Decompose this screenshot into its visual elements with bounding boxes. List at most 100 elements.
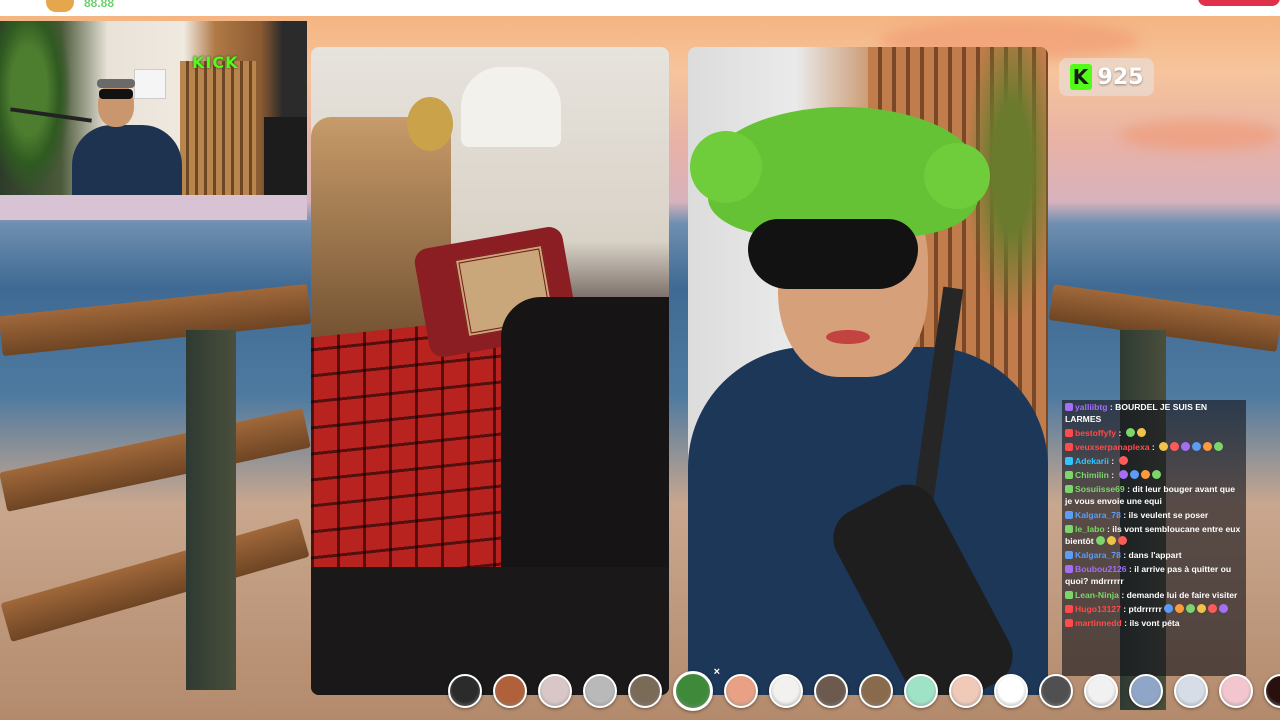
chat-separator: : [1149,442,1158,452]
video-panel-left[interactable] [311,47,669,695]
chat-separator: : [1108,470,1117,480]
emote-icon [1151,470,1161,479]
lips [826,330,870,344]
filter-ghost-icon[interactable] [1174,674,1208,708]
video-panel-right[interactable] [688,47,1048,695]
emote-icon [1174,604,1184,613]
headband [97,79,135,88]
emote-icon [1196,604,1206,613]
emote-icon [1118,456,1128,465]
chat-message: Kalgara_78 : dans l'appart [1062,548,1246,562]
chat-message: Lean-Ninja : demande lui de faire visite… [1062,588,1246,602]
chat-badge-icon [1065,443,1073,451]
chat-username[interactable]: Adekarii [1075,456,1109,466]
filter-devil-icon[interactable] [1264,674,1280,708]
chat-badge-icon [1065,565,1073,573]
chat-message: yalliibtg : BOURDEL JE SUIS EN LARMES [1062,400,1246,426]
kick-k-icon: K [1069,64,1092,90]
filter-pig-icon[interactable] [1219,674,1253,708]
emote-icon [1125,428,1135,437]
wig-bun-right [924,143,990,209]
pier-rail [0,408,311,512]
chat-username[interactable]: Lean-Ninja [1075,590,1119,600]
filter-peach-icon[interactable] [724,674,758,708]
emote-icon [1214,442,1224,451]
filter-baby-icon[interactable] [538,674,572,708]
chat-separator: : [1116,428,1124,438]
wood-slats [180,61,256,195]
chat-badge-icon [1065,485,1073,493]
chat-badge-icon [1065,403,1073,411]
chat-message: bestoffyfy : [1062,426,1246,440]
filter-panda-icon[interactable] [1084,674,1118,708]
pier-post [186,330,236,690]
follow-button[interactable] [1198,0,1280,6]
pier-rail [0,518,310,642]
filter-beard-icon[interactable] [859,674,893,708]
top-viewer-count: 88.88 [84,0,115,10]
chat-username[interactable]: Boubou2126 [1075,564,1127,574]
top-bar: 88.88 [0,0,1280,16]
chat-username[interactable]: yalliibtg [1075,402,1107,412]
filter-skin-icon[interactable] [949,674,983,708]
chat-username[interactable]: veuxserpanaplexa [1075,442,1150,452]
chat-separator: : [1120,510,1129,520]
cloud [1120,120,1280,150]
streamer-body [72,125,182,195]
filter-face-man-icon[interactable] [493,674,527,708]
chat-badge-icon [1065,525,1073,533]
kick-sign: KICK [192,53,239,72]
chat-username[interactable]: le_labo [1075,524,1105,534]
emote-icon [1136,428,1146,437]
chat-message: Adekarii : [1062,454,1246,468]
emote-icon [1095,536,1105,545]
shelf [134,69,166,99]
chat-badge-icon [1065,429,1073,437]
chat-username[interactable]: martinnedd [1075,618,1122,628]
emote-icon [1159,442,1169,451]
emote-icon [1170,442,1180,451]
chat-message: veuxserpanaplexa : [1062,440,1246,454]
wig-bun-left [690,131,762,203]
chat-overlay: yalliibtg : BOURDEL JE SUIS EN LARMES bes… [1062,400,1246,676]
emote-icon [1118,470,1128,479]
filter-donkey-icon[interactable] [628,674,662,708]
chat-text: ils veulent se poser [1128,510,1209,520]
filter-alien-icon[interactable] [904,674,938,708]
face-filter-bar: × [448,666,1280,712]
emote-icon [1181,442,1191,451]
chat-separator: : [1107,402,1116,412]
chat-badge-icon [1065,551,1073,559]
mirror [407,97,453,151]
filter-sad-face-icon[interactable] [583,674,617,708]
chat-username[interactable]: Hugo13127 [1075,604,1121,614]
chat-badge-icon [1065,605,1073,613]
chat-separator: : [1108,456,1117,466]
filter-green-monster-icon[interactable]: × [673,666,720,711]
chat-username[interactable]: Kalgara_78 [1075,550,1121,560]
chat-badge-icon [1065,511,1073,519]
chat-username[interactable]: Sosuiisse69 [1075,484,1125,494]
chat-badge-icon [1065,591,1073,599]
filter-none-icon[interactable] [448,674,482,708]
filter-stars-icon[interactable] [994,674,1028,708]
filter-blur-icon[interactable] [1129,674,1163,708]
filter-monkey-icon[interactable] [814,674,848,708]
chat-username[interactable]: Chimilin [1075,470,1109,480]
emote-icon [1129,470,1139,479]
emote-icon [1218,604,1228,613]
webcam-overlay: KICK [0,21,307,195]
chat-text: ils vont péta [1129,618,1180,628]
close-icon[interactable]: × [714,666,720,678]
chat-username[interactable]: bestoffyfy [1075,428,1116,438]
chat-separator: : [1118,590,1127,600]
chat-username[interactable]: Kalgara_78 [1075,510,1121,520]
chat-separator: : [1120,604,1129,614]
filter-white-face-icon[interactable] [769,674,803,708]
chat-text: demande lui de faire visiter [1126,590,1238,600]
channel-avatar[interactable] [46,0,74,12]
filter-dark-face-icon[interactable] [1039,674,1073,708]
chat-message: Sosuiisse69 : dit leur bouger avant que … [1062,482,1246,508]
chat-separator: : [1120,550,1129,560]
chat-badge-icon [1065,457,1073,465]
